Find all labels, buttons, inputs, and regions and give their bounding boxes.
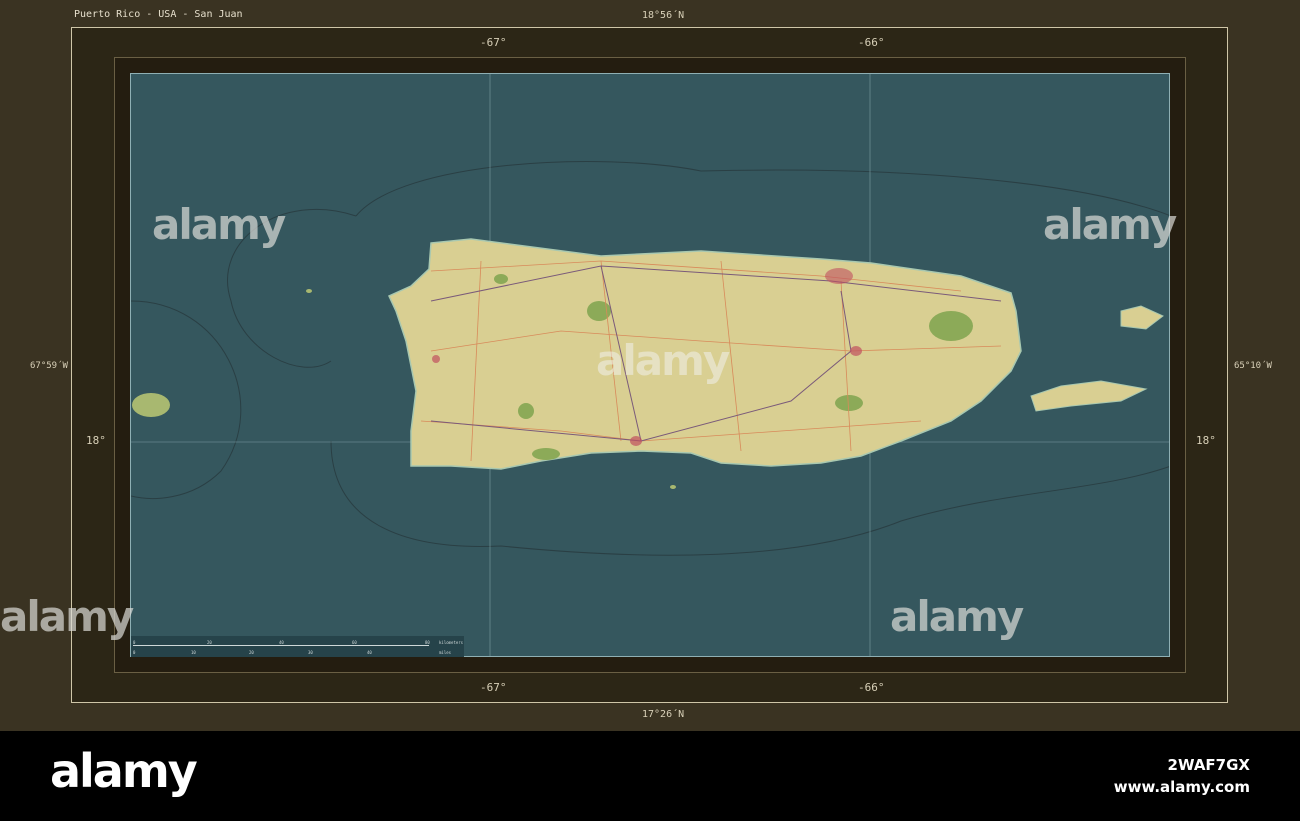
left-longitude-label: 67°59´W bbox=[30, 361, 68, 371]
image-code: 2WAF7GX bbox=[1167, 756, 1250, 774]
scale-bar: 0 20 40 60 80 kilometers 0 10 20 30 40 m… bbox=[131, 636, 464, 657]
top-latitude-label: 18°56´N bbox=[642, 10, 685, 21]
watermark: alamy bbox=[152, 200, 286, 249]
scale-mi-tick: 20 bbox=[249, 650, 254, 655]
grid-label-bottom-67: -67° bbox=[480, 681, 507, 694]
bottom-latitude-label: 17°26´N bbox=[642, 709, 685, 720]
watermark: alamy bbox=[0, 592, 134, 641]
map-title: Puerto Rico - USA - San Juan bbox=[74, 9, 243, 20]
brand-logo: alamy bbox=[50, 744, 198, 798]
caja-de-muertos-island bbox=[670, 485, 676, 489]
scale-mi-tick: 0 bbox=[133, 650, 136, 655]
grid-label-right-18: 18° bbox=[1196, 434, 1216, 447]
watermark: alamy bbox=[890, 592, 1024, 641]
watermark: alamy bbox=[596, 336, 730, 385]
scale-km-tick: 80 bbox=[425, 640, 430, 645]
watermark: alamy bbox=[1043, 200, 1177, 249]
grid-label-top-66: -66° bbox=[858, 36, 885, 49]
desecheo-island bbox=[306, 289, 312, 293]
grid-label-bottom-66: -66° bbox=[858, 681, 885, 694]
scale-km-tick: 40 bbox=[279, 640, 284, 645]
scale-km-tick: 0 bbox=[133, 640, 136, 645]
scale-mi-tick: 10 bbox=[191, 650, 196, 655]
grid-label-top-67: -67° bbox=[480, 36, 507, 49]
scale-km-tick: 60 bbox=[352, 640, 357, 645]
scale-km-unit: kilometers bbox=[439, 640, 464, 645]
scale-mi-tick: 30 bbox=[308, 650, 313, 655]
right-longitude-label: 65°10´W bbox=[1234, 361, 1272, 371]
grid-label-left-18: 18° bbox=[86, 434, 106, 447]
scale-km-tick: 20 bbox=[207, 640, 212, 645]
site-url[interactable]: www.alamy.com bbox=[1114, 778, 1250, 796]
scale-mi-tick: 40 bbox=[367, 650, 372, 655]
mona-island bbox=[132, 393, 170, 417]
scale-mi-unit: miles bbox=[439, 650, 452, 655]
